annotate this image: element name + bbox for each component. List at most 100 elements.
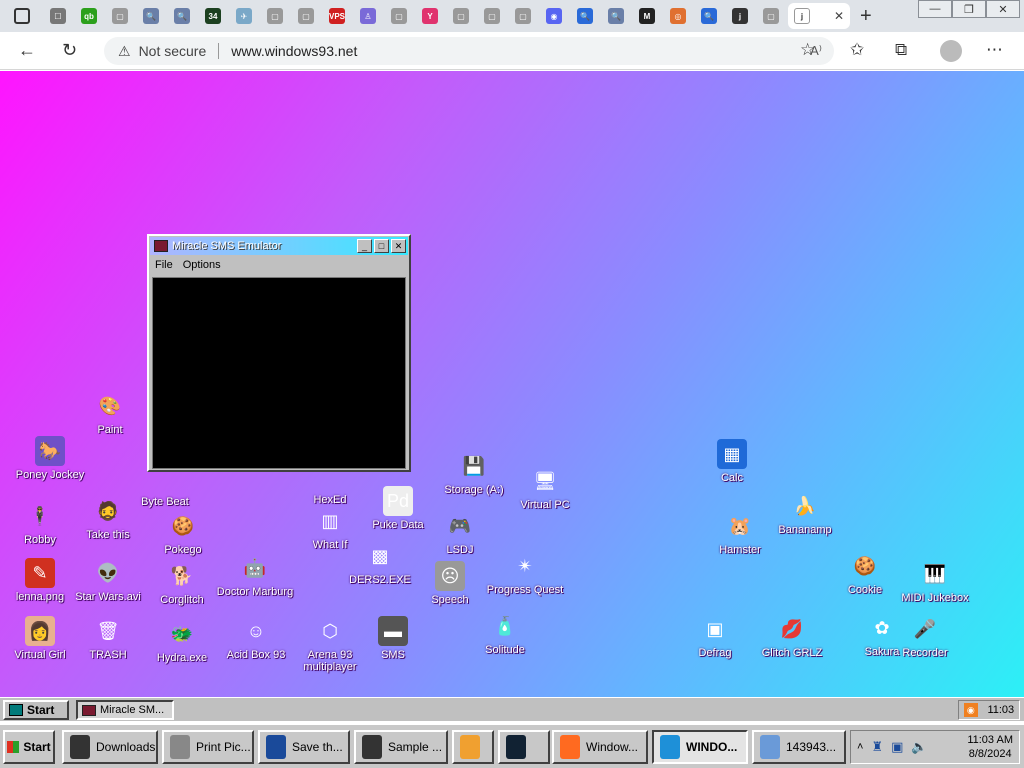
browser-tab[interactable]: 🔍 [137, 3, 165, 29]
browser-tab[interactable]: VPS [323, 3, 351, 29]
os-task-button[interactable]: Print Pic... [162, 730, 254, 764]
desktop-icon[interactable]: 👽 Star Wars.avi [68, 558, 148, 603]
tab-favicon-icon: ▢ [484, 8, 500, 24]
browser-tab[interactable]: ▢ [757, 3, 785, 29]
os-task-button[interactable] [452, 730, 494, 764]
system-clock[interactable]: 11:03 AM 8/8/2024 [967, 733, 1013, 761]
desktop-icon[interactable]: ☺ Acid Box 93 [216, 616, 296, 661]
browser-tab[interactable]: 🔍 [602, 3, 630, 29]
desktop-icon[interactable]: ✿ Sakura [842, 613, 922, 658]
browser-tab[interactable]: ♙ [354, 3, 382, 29]
tab-close-icon[interactable]: ✕ [834, 9, 844, 23]
desktop-icon[interactable]: 🐲 Hydra.exe [142, 619, 222, 664]
sms-emulator-window[interactable]: Miracle SMS Emulator _ □ ✕ File Options [147, 234, 411, 472]
desktop-icon[interactable]: 🤖 Doctor Marburg [215, 553, 295, 598]
tab-actions-icon[interactable] [14, 8, 30, 24]
window-close-button[interactable]: ✕ [391, 239, 406, 253]
tab-favicon-icon: ▢ [763, 8, 779, 24]
desktop-icon-label: Paint [97, 424, 123, 436]
desktop-icon[interactable]: ▣ Defrag [675, 614, 755, 659]
os-task-button[interactable]: Window... [552, 730, 648, 764]
window-titlebar[interactable]: Miracle SMS Emulator _ □ ✕ [150, 237, 408, 255]
browser-tab[interactable]: Y [416, 3, 444, 29]
browser-tab[interactable]: 34 [199, 3, 227, 29]
add-favorite-icon[interactable]: ☆ [800, 40, 815, 60]
desktop-icon[interactable]: 🐕 Corglitch [142, 561, 222, 606]
minimize-button[interactable]: — [918, 0, 952, 18]
w93-start-button[interactable]: Start [3, 700, 69, 720]
new-tab-button[interactable]: + [860, 5, 872, 28]
url-text[interactable]: www.windows93.net [231, 43, 357, 59]
browser-tab[interactable]: 🔍 [571, 3, 599, 29]
warning-icon[interactable]: ⚠ [118, 43, 131, 60]
browser-tab[interactable]: ▢ [478, 3, 506, 29]
browser-tab[interactable]: ▢ [261, 3, 289, 29]
rss-icon[interactable]: ◉ [963, 703, 978, 717]
browser-tab[interactable]: ▢ [509, 3, 537, 29]
desktop-icon[interactable]: 🧴 Solitude [465, 611, 545, 656]
browser-tab[interactable]: 🔍 [168, 3, 196, 29]
desktop-icon-image: 🖥 [533, 471, 557, 491]
browser-tab[interactable]: 🔍 [695, 3, 723, 29]
os-task-button[interactable]: Downloads [62, 730, 158, 764]
desktop-icon[interactable]: 🐎 Poney Jockey [10, 436, 90, 481]
back-arrow-icon[interactable]: ← [18, 40, 36, 61]
os-task-button[interactable]: Sample ... [354, 730, 448, 764]
menu-options[interactable]: Options [183, 259, 221, 271]
browser-tab[interactable]: j [726, 3, 754, 29]
collections-icon[interactable]: ⧉ [895, 40, 907, 60]
os-task-button[interactable]: 143943... [752, 730, 846, 764]
os-task-button[interactable]: Save th... [258, 730, 350, 764]
browser-tab[interactable]: qb [75, 3, 103, 29]
browser-tab[interactable]: ▢ [385, 3, 413, 29]
emulator-screen[interactable] [152, 277, 406, 469]
desktop-icon[interactable]: 🍪 Cookie [825, 551, 905, 596]
window-maximize-button[interactable]: □ [374, 239, 389, 253]
profile-avatar[interactable] [940, 40, 962, 62]
desktop-icon[interactable]: ⬡ Arena 93 multiplayer [290, 616, 370, 673]
desktop-icon[interactable]: 🍌 Bananamp [765, 491, 845, 536]
desktop-icon[interactable]: 💾 Storage (A:) [434, 451, 514, 496]
desktop-icon[interactable]: ☹ Speech [410, 561, 490, 606]
os-task-button[interactable]: WINDO... [652, 730, 748, 764]
more-menu-icon[interactable]: ⋯ [986, 40, 1003, 60]
app-icon [560, 735, 580, 759]
desktop-icon[interactable]: ✴ Progress Quest [485, 551, 565, 596]
tab-favicon-icon: 🔍 [577, 8, 593, 24]
desktop-icon[interactable]: 🗑 TRASH [68, 616, 148, 661]
network-tray-icon[interactable]: ♜ [871, 739, 883, 755]
active-browser-tab[interactable]: j ✕ [788, 3, 850, 29]
clock-time: 11:03 AM [967, 734, 1013, 746]
desktop-icon[interactable]: ▩ DERS2.EXE [340, 541, 420, 586]
volume-icon[interactable]: 🔈 [911, 739, 927, 755]
show-hidden-icons[interactable]: ˄ [857, 741, 863, 753]
browser-tab[interactable]: ▢ [292, 3, 320, 29]
browser-tab[interactable]: ◎ [664, 3, 692, 29]
desktop-icon[interactable]: ▦ Calc [692, 439, 772, 484]
w93-task-sms[interactable]: Miracle SM... [76, 700, 174, 720]
desktop-icon[interactable]: 🎨 Paint [70, 391, 150, 436]
menu-file[interactable]: File [155, 259, 173, 271]
desktop-icon[interactable]: 🎮 LSDJ [420, 511, 500, 556]
os-start-button[interactable]: Start [3, 730, 55, 764]
browser-tab[interactable]: ▢ [106, 3, 134, 29]
desktop-icon[interactable]: 🎹 MIDI Jukebox [895, 559, 975, 604]
close-button[interactable]: ✕ [986, 0, 1020, 18]
desktop-icon[interactable]: 🍪 Pokego [143, 511, 223, 556]
browser-tab[interactable]: ◉ [540, 3, 568, 29]
display-tray-icon[interactable]: ▣ [891, 739, 903, 755]
favorites-icon[interactable]: ✩ [850, 40, 864, 60]
browser-tab[interactable]: ▢ [447, 3, 475, 29]
os-task-button[interactable] [498, 730, 550, 764]
desktop-icon[interactable]: 🖥 Virtual PC [505, 466, 585, 511]
windows93-desktop[interactable]: 🐎 Poney Jockey 🕴 Robby 🧔 Take this 🍪 Pokego ✎ len… [0, 71, 1024, 697]
browser-tab[interactable]: M [633, 3, 661, 29]
refresh-icon[interactable]: ↻ [62, 40, 77, 61]
desktop-icon[interactable]: 💋 Glitch GRLZ [752, 614, 832, 659]
security-label[interactable]: Not secure [139, 43, 207, 59]
address-bar[interactable]: ⚠ Not secure www.windows93.net A⁾ [104, 37, 834, 65]
window-minimize-button[interactable]: _ [357, 239, 372, 253]
restore-button[interactable]: ❐ [952, 0, 986, 18]
browser-tab[interactable]: ☐ [44, 3, 72, 29]
browser-tab[interactable]: ✈ [230, 3, 258, 29]
